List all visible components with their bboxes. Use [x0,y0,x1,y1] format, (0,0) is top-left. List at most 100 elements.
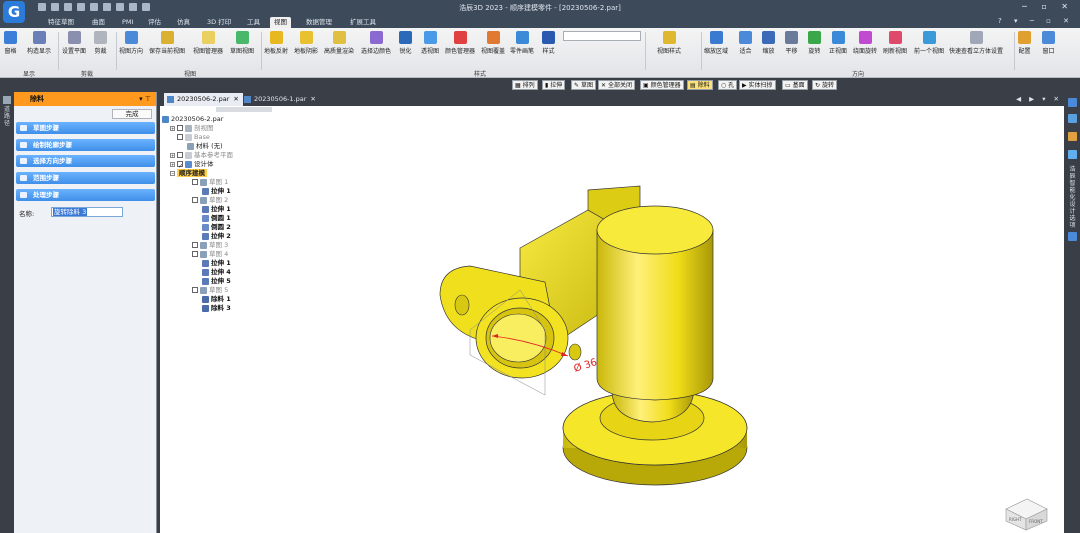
visibility-checkbox[interactable] [192,251,198,257]
app-logo[interactable]: G [3,1,25,23]
set-plane-button[interactable]: 设置平面 [62,31,86,55]
tree-item[interactable]: 拉伸 5 [202,277,231,285]
tree-item[interactable]: 拉伸 1 [202,187,231,195]
refresh-view-button[interactable]: 刷新视图 [883,31,907,55]
edge-color-button[interactable]: 选择边颜色 [361,31,391,55]
tab-feature-sketch[interactable]: 特征草图 [44,17,78,28]
intelligent-design-tab[interactable]: 浩辰智能化设计选项 [1068,166,1077,229]
tree-item[interactable]: + ✓ 设计体 [170,160,214,170]
tree-item[interactable]: 倒圆 1 [202,214,231,222]
cmd-hole[interactable]: ○ 孔 [718,80,738,90]
tree-item[interactable]: Base [177,133,210,141]
help-icon[interactable]: ? [998,17,1007,25]
expand-icon[interactable]: + [170,152,175,158]
visibility-checkbox[interactable] [192,179,198,185]
panes-button[interactable]: 窗格 [4,31,17,55]
cmd-sketch[interactable]: ✎ 草图 [571,80,596,90]
tab-pmi[interactable]: PMI [118,17,137,28]
help-controls[interactable]: ? ▾ ─ ▫ ✕ [998,17,1074,25]
fit-button[interactable]: 适合 [739,31,752,55]
step-draw-profile[interactable]: 绘制轮廓步骤 [16,139,155,151]
tree-item[interactable]: 倒圆 2 [202,223,231,231]
tree-item[interactable]: 草图 5 [192,286,228,294]
tree-item[interactable]: 草图 4 [192,250,228,258]
close-tab-icon[interactable]: ✕ [233,95,238,103]
visibility-checkbox[interactable] [192,242,198,248]
tree-item[interactable]: 材料 (无) [187,142,223,150]
save-current-view-button[interactable]: 保存当前视图 [149,31,185,55]
style-dropdown[interactable] [563,31,641,41]
tab-tools[interactable]: 工具 [243,17,264,28]
pan-button[interactable]: 平移 [785,31,798,55]
cmd-revolve[interactable]: ↻ 旋转 [812,80,837,90]
cmd-extrude[interactable]: ▮ 拉伸 [542,80,566,90]
tab-surface[interactable]: 曲面 [88,17,109,28]
collapse-icon[interactable]: − [170,170,175,176]
sharpen-button[interactable]: 锐化 [399,31,412,55]
rotate-about-face-button[interactable]: 绕面旋转 [853,31,877,55]
color-manager-button[interactable]: 颜色管理器 [445,31,475,55]
window-controls[interactable]: ─ ▫ ✕ [1022,2,1074,11]
tree-scrollbar[interactable] [216,107,272,112]
tree-item[interactable]: 拉伸 1 [202,259,231,267]
tree-item[interactable]: 草图 1 [192,178,228,186]
view-cube-settings-button[interactable]: 快速查看立方体设置 [949,31,1003,55]
tab-extensions[interactable]: 扩展工具 [346,17,380,28]
window-button[interactable]: 窗口 [1042,31,1055,55]
doc-tab-active[interactable]: 20230506-2.par ✕ [164,93,243,106]
configure-button[interactable]: 配置 [1018,31,1031,55]
tab-evaluate[interactable]: 评估 [144,17,165,28]
tab-view[interactable]: 视图 [270,17,291,28]
rotate-button[interactable]: 旋转 [808,31,821,55]
tab-3d-print[interactable]: 3D 打印 [203,17,235,28]
properties-icon[interactable] [1068,132,1077,141]
visibility-checkbox[interactable] [192,197,198,203]
graphics-viewport[interactable] [160,106,1064,533]
cmd-close-all[interactable]: ✕ 全部关闭 [598,80,635,90]
pathfinder-icon[interactable] [3,96,11,104]
doc-tab-inactive[interactable]: 20230506-1.par ✕ [241,93,320,106]
tree-item[interactable]: 拉伸 1 [202,205,231,213]
sketch-view-button[interactable]: 草图视图 [230,31,254,55]
step-direction[interactable]: 选择方向步骤 [16,155,155,167]
intelligence-icon[interactable] [1068,150,1077,159]
visibility-checkbox[interactable] [192,287,198,293]
pathfinder-tab-label[interactable]: 道路径 [2,106,12,127]
cmd-arrange[interactable]: ▦ 排列 [512,80,538,90]
hq-render-button[interactable]: 高质量渲染 [324,31,354,55]
view-manager-button[interactable]: 视图管理器 [193,31,223,55]
tree-item-ordered[interactable]: − 顺序建模 [170,169,207,177]
layers-icon[interactable] [1068,114,1077,123]
tab-data-management[interactable]: 数据管理 [302,17,336,28]
visibility-checkbox[interactable] [177,134,183,140]
panel-pin-icon[interactable]: ▾ ⊤ [139,92,151,106]
close-tab-icon[interactable]: ✕ [310,95,315,103]
floor-shadow-button[interactable]: 地板阴影 [294,31,318,55]
view-cube[interactable]: RIGHT FRONT [1003,497,1049,531]
step-extent[interactable]: 范围步骤 [16,172,155,184]
tree-item[interactable]: + 剖视图 [170,124,214,132]
tree-item[interactable]: 除料 3 [202,304,231,312]
part-painter-button[interactable]: 零件画笔 [510,31,534,55]
visibility-checkbox[interactable]: ✓ [177,161,183,170]
zoom-button[interactable]: 缩放 [762,31,775,55]
step-treatment[interactable]: 处理步骤 [16,189,155,201]
cmd-color-manager[interactable]: ▣ 颜色管理器 [640,80,684,90]
zoom-area-button[interactable]: 缩放区域 [704,31,728,55]
tree-item-document[interactable]: 20230506-2.par [162,115,223,123]
tab-simulation[interactable]: 仿真 [173,17,194,28]
visibility-checkbox[interactable] [177,152,183,158]
tree-item[interactable]: 拉伸 4 [202,268,231,276]
construction-display-button[interactable]: 构造显示 [27,31,51,55]
done-button[interactable]: 完成 [112,109,152,119]
cube-face-right[interactable]: RIGHT [1009,517,1022,522]
tools-icon[interactable] [1068,232,1077,241]
view-orientation-button[interactable]: 视图方向 [119,31,143,55]
expand-icon[interactable]: + [170,161,175,167]
style-button[interactable]: 样式 [542,31,555,55]
cube-face-front[interactable]: FRONT [1029,519,1043,524]
perspective-button[interactable]: 透视图 [421,31,439,55]
visibility-checkbox[interactable] [177,125,183,131]
tree-item[interactable]: 草图 2 [192,196,228,204]
expand-icon[interactable]: + [170,125,175,131]
